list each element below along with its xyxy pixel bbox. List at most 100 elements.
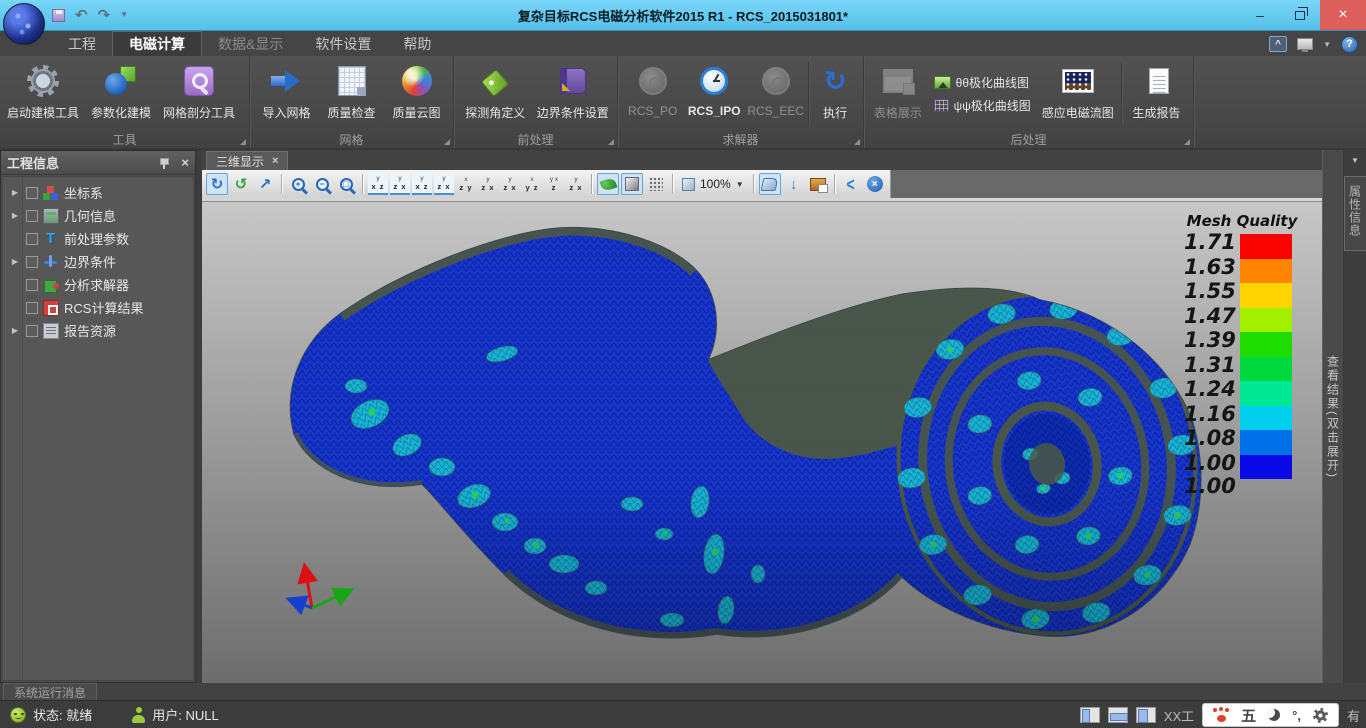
ribbon-empty-space [1194,56,1366,148]
minimize-button[interactable]: – [1240,0,1280,30]
close-button[interactable]: × [1320,0,1366,30]
copy-image-button[interactable] [807,173,829,195]
results-expand-bar[interactable]: 查看结果(双击展开) [1322,150,1344,683]
layout-wide-panel-button[interactable] [1136,707,1156,723]
tab-software-settings[interactable]: 软件设置 [299,31,387,56]
tab-3d-display[interactable]: 三维显示 × [206,151,288,170]
tab-em-compute[interactable]: 电磁计算 [112,31,202,56]
zoom-out-button[interactable]: − [311,173,333,195]
viewport-3d-scene[interactable] [202,202,1322,683]
mesh-partition-tool-button[interactable]: 网格剖分工具 [160,58,238,130]
tree-item-geometry-info[interactable]: ▶ 几何信息 [5,204,193,227]
group-dialog-launcher[interactable] [608,139,614,145]
tree-item-boundary-conditions[interactable]: ▶ 边界条件 [5,250,193,273]
layout-left-panel-button[interactable] [1080,707,1100,723]
axis-view-button[interactable]: yz x [390,173,410,195]
zoom-in-button[interactable]: + [287,173,309,195]
group-dialog-launcher[interactable] [444,139,450,145]
tab-close-icon[interactable]: × [272,155,278,167]
orbit-rotate-button[interactable]: ↻ [206,173,228,195]
tree-item-report-resources[interactable]: ▶ 报告资源 [5,319,193,342]
tab-project[interactable]: 工程 [52,31,112,56]
refresh-icon: ↺ [235,177,248,192]
display-style-icon[interactable] [1297,38,1313,50]
ime-settings-gear-icon[interactable] [1313,708,1328,723]
viewport-3d[interactable]: Mesh Quality 1.71 1.63 1.55 1.47 1.39 1.… [202,198,1322,683]
parametric-modeling-button[interactable]: 参数化建模 [82,58,160,130]
mesh-quality-legend: Mesh Quality 1.71 1.63 1.55 1.47 1.39 1.… [1184,212,1300,479]
tree-item-analysis-solver[interactable]: 分析求解器 [5,273,193,296]
export-down-button[interactable]: ↓ [783,173,805,195]
smooth-shading-button[interactable] [597,173,619,195]
tree-item-rcs-results[interactable]: RCS计算结果 [5,296,193,319]
table-display-button[interactable]: 表格展示 [868,58,928,130]
tree-checkbox[interactable] [26,279,38,291]
psi-polarization-curve-button[interactable]: ψψ极化曲线图 [934,97,1031,114]
axis-view-button[interactable]: yz x [566,173,586,195]
induced-current-map-button[interactable]: 感应电磁流图 [1037,58,1119,130]
ime-punctuation[interactable]: °, [1292,708,1301,723]
axis-view-button[interactable]: xz y [456,173,476,195]
launch-modeling-tool-button[interactable]: 启动建模工具 [4,58,82,130]
execute-button[interactable]: ↻ 执行 [811,58,859,130]
tree-checkbox[interactable] [26,233,38,245]
app-logo-icon[interactable] [3,3,45,45]
restore-button[interactable] [1280,0,1320,30]
axis-view-button[interactable]: yz x [500,173,520,195]
points-display-button[interactable] [645,173,667,195]
panel-close-icon[interactable]: × [181,156,189,169]
axis-view-button[interactable]: yz x [434,173,454,195]
share-button[interactable]: < [840,173,862,195]
property-info-tab[interactable]: 属性信息 [1344,176,1366,251]
report-pages-icon [1149,68,1169,94]
viewport-toolbar-row: ↻ ↺ ↗ + − □ yx z yz x yx z yz x xz y yz … [202,170,1322,198]
mesh-wrench-icon [184,66,214,96]
axis-view-button[interactable]: y xz [544,173,564,195]
ime-wubi-mode[interactable]: 五 [1241,705,1256,726]
system-messages-tab[interactable]: 系统运行消息 [3,683,97,700]
generate-report-button[interactable]: 生成报告 [1124,58,1189,130]
pan-resize-button[interactable]: ↗ [254,173,276,195]
tree-checkbox[interactable] [26,210,38,222]
zoom-level-select[interactable]: 100% ▼ [678,177,748,191]
ime-moon-icon[interactable] [1268,709,1280,721]
rcs-eec-button[interactable]: RCS_EEC [745,58,806,130]
tree-checkbox[interactable] [26,256,38,268]
surface-mode-button[interactable] [759,173,781,195]
axis-view-button[interactable]: xy z [522,173,542,195]
probe-angle-button[interactable]: 探测角定义 [458,58,533,130]
group-dialog-launcher[interactable] [1184,139,1190,145]
tree-checkbox[interactable] [26,187,38,199]
axis-view-button[interactable]: yz x [478,173,498,195]
group-dialog-launcher[interactable] [854,139,860,145]
boundary-condition-button[interactable]: 边界条件设置 [533,58,613,130]
zoom-dropdown-icon[interactable]: ▼ [736,180,744,189]
tree-item-preprocess-params[interactable]: 前处理参数 [5,227,193,250]
axis-view-button[interactable]: yx z [412,173,432,195]
refresh-view-button[interactable]: ↺ [230,173,252,195]
quality-check-button[interactable]: 质量检查 [319,58,384,130]
group-dialog-launcher[interactable] [240,139,246,145]
tab-help[interactable]: 帮助 [387,31,447,56]
tree-item-coordinate-system[interactable]: ▶ 坐标系 [5,181,193,204]
tab-data-display[interactable]: 数据&显示 [202,31,299,56]
ime-paw-icon[interactable] [1213,708,1229,722]
axis-view-button[interactable]: yx z [368,173,388,195]
layout-bottom-panel-button[interactable] [1108,707,1128,723]
display-style-dropdown-icon[interactable]: ▼ [1323,40,1331,49]
tree-checkbox[interactable] [26,325,38,337]
quality-cloud-map-button[interactable]: 质量云图 [384,58,449,130]
rcs-po-button[interactable]: RCS_PO [622,58,683,130]
help-button[interactable]: ? [1341,36,1358,53]
tab-list-dropdown-icon[interactable]: ▼ [1351,150,1359,170]
group-label-solver: 求解器 [722,131,758,148]
rcs-ipo-button[interactable]: RCS_IPO [683,58,744,130]
collapse-ribbon-button[interactable]: ^ [1269,36,1287,52]
cancel-button[interactable]: × [864,173,886,195]
flat-shading-button[interactable] [621,173,643,195]
pin-icon[interactable] [159,157,169,169]
zoom-fit-button[interactable]: □ [335,173,357,195]
import-mesh-button[interactable]: 导入网格 [254,58,319,130]
theta-polarization-curve-button[interactable]: θθ极化曲线图 [934,74,1031,91]
tree-checkbox[interactable] [26,302,38,314]
